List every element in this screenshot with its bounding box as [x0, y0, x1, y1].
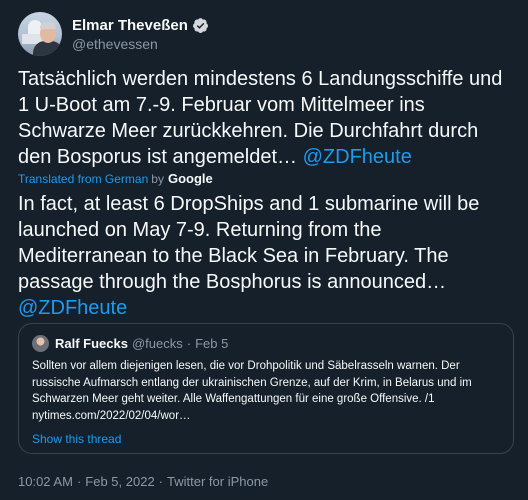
verified-badge-icon — [192, 17, 208, 33]
translation-mention-link[interactable]: @ZDFheute — [18, 297, 127, 319]
original-body: Tatsächlich werden mindestens 6 Landungs… — [18, 68, 503, 168]
tweet-date[interactable]: Feb 5, 2022 — [85, 474, 154, 489]
tweet-source[interactable]: Twitter for iPhone — [167, 474, 268, 489]
translated-from-text: Translated from German — [18, 171, 149, 186]
quoted-author-avatar[interactable] — [32, 335, 49, 352]
google-logo-icon: Google — [167, 171, 213, 186]
author-avatar[interactable] — [18, 12, 62, 56]
tweet: Elmar Theveßen @ethevessen Tatsächlich w… — [0, 0, 528, 500]
translation-body: In fact, at least 6 DropShips and 1 subm… — [18, 193, 480, 293]
quoted-tweet-card[interactable]: Ralf Fuecks @fuecks · Feb 5 Sollten vor … — [18, 323, 514, 454]
translated-by-text: by — [151, 171, 164, 186]
meta-separator-2: · — [158, 474, 164, 489]
quoted-author-handle: @fuecks — [131, 336, 183, 351]
author-handle[interactable]: @ethevessen — [72, 36, 209, 52]
tweet-translation-text: In fact, at least 6 DropShips and 1 subm… — [18, 191, 516, 321]
avatar-person-hair — [40, 22, 56, 29]
show-this-thread-link[interactable]: Show this thread — [32, 432, 121, 446]
quoted-tweet-text: Sollten vor allem diejenigen lesen, die … — [32, 360, 472, 422]
avatar-person-suit — [33, 41, 62, 56]
meta-separator-1: · — [76, 474, 82, 489]
quoted-separator: · — [186, 336, 192, 351]
quoted-author-name: Ralf Fuecks — [55, 336, 128, 351]
translated-from-label[interactable]: Translated from German by Google — [18, 171, 213, 186]
tweet-original-text: Tatsächlich werden mindestens 6 Landungs… — [18, 66, 516, 170]
tweet-metadata: 10:02 AM · Feb 5, 2022 · Twitter for iPhone — [18, 474, 268, 489]
tweet-header: Elmar Theveßen @ethevessen — [18, 10, 209, 58]
author-name-row: Elmar Theveßen — [72, 17, 209, 34]
original-mention-link[interactable]: @ZDFheute — [303, 146, 412, 168]
author-names: Elmar Theveßen @ethevessen — [72, 17, 209, 52]
tweet-time[interactable]: 10:02 AM — [18, 474, 73, 489]
quoted-date: Feb 5 — [195, 336, 229, 351]
quoted-tweet-header: Ralf Fuecks @fuecks · Feb 5 — [32, 335, 228, 352]
author-display-name[interactable]: Elmar Theveßen — [72, 17, 188, 34]
